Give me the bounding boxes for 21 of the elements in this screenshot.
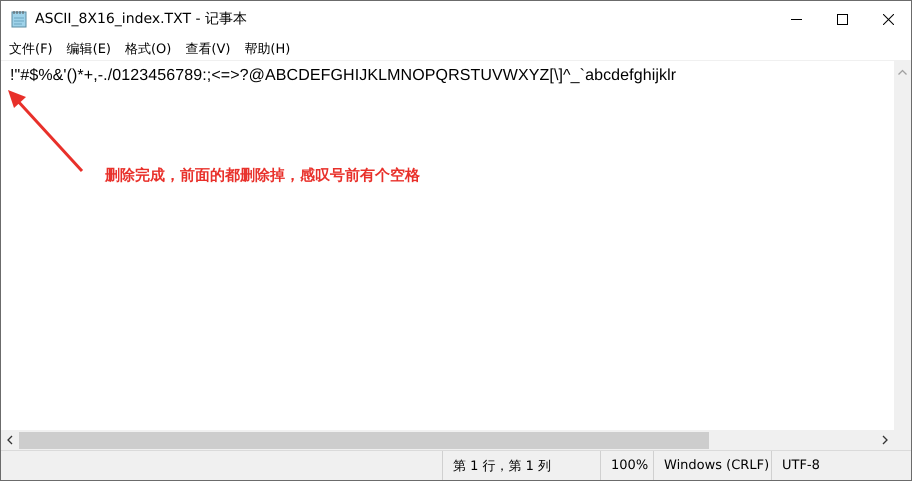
annotation-text: 删除完成，前面的都删除掉，感叹号前有个空格 — [105, 166, 420, 185]
window-title: ASCII_8X16_index.TXT - 记事本 — [35, 10, 247, 28]
status-text: 第 1 行，第 1 列 — [442, 451, 600, 480]
document-text: !"#$%&'()*+,-./0123456789:;<=>?@ABCDEFGHIJKLMNOPQRSTUVWXYZ[\]^_`abcdefghijklr — [10, 67, 678, 85]
status-text: 100% — [600, 451, 653, 480]
menu-item[interactable]: 帮助(H) — [239, 40, 296, 58]
menu-item[interactable]: 格式(O) — [120, 40, 176, 58]
horizontal-scrollbar[interactable] — [1, 430, 894, 450]
scroll-left-icon[interactable] — [7, 435, 13, 445]
scrollbar-thumb[interactable] — [19, 432, 709, 448]
vertical-scrollbar[interactable] — [894, 61, 911, 430]
scroll-right-icon[interactable] — [882, 435, 888, 445]
menu-item[interactable]: 查看(V) — [180, 40, 236, 58]
status-text: Windows (CRLF) — [653, 451, 771, 480]
maximize-icon — [836, 14, 848, 24]
close-icon — [882, 14, 894, 24]
status-text: UTF-8 — [771, 451, 911, 480]
notepad-icon — [11, 10, 27, 28]
menu-item[interactable]: 编辑(E) — [62, 40, 116, 58]
scroll-up-icon[interactable] — [898, 69, 907, 75]
menu-item[interactable]: 文件(F) — [4, 40, 58, 58]
